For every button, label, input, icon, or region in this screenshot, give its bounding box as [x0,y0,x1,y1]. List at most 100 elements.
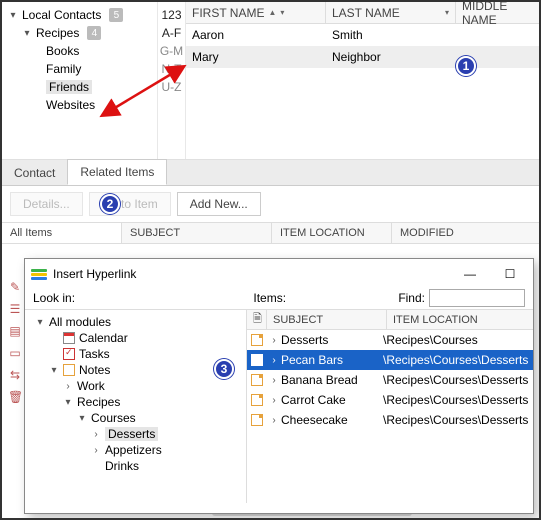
count-badge: 5 [109,8,123,22]
col-modified[interactable]: MODIFIED [392,223,539,243]
expand-icon[interactable]: › [267,335,281,346]
minimize-button[interactable]: — [453,262,487,286]
contacts-grid: FIRST NAME ▲ ▾ LAST NAME ▾ MIDDLE NAME A… [185,2,539,159]
tab-related-items[interactable]: Related Items [67,159,167,185]
tree-all-modules[interactable]: ▾All modules [35,314,242,330]
tree-recipes[interactable]: ▾ Recipes 4 [8,24,155,42]
tree-work[interactable]: ›Work [35,378,242,394]
alpha-af[interactable]: A-F [158,24,185,42]
items-grid-header: 🗎 SUBJECT ITEM LOCATION [247,310,533,330]
col-label: LAST NAME [332,6,400,20]
caret-down-icon[interactable]: ▾ [22,28,32,39]
cell-subject: Desserts [281,333,383,347]
tree-label: Family [46,62,81,76]
list-item[interactable]: › Banana Bread \Recipes\Courses\Desserts [247,370,533,390]
items-grid-body: › Desserts \Recipes\Courses › Pecan Bars… [247,330,533,430]
tree-calendar[interactable]: Calendar [35,330,242,346]
dialog-body: ▾All modules Calendar Tasks ▾Notes ›Work… [25,309,533,503]
col-last-name[interactable]: LAST NAME ▾ [326,2,456,23]
tree-label: Local Contacts [22,8,101,22]
side-icon[interactable]: ✎ [8,280,22,294]
list-item[interactable]: › Desserts \Recipes\Courses [247,330,533,350]
side-icon[interactable]: ▤ [8,324,22,338]
cell-first: Mary [186,50,326,64]
related-toolbar: Details... Go to Item Add New... [2,186,539,222]
tree-tasks[interactable]: Tasks [35,346,242,362]
side-icon[interactable]: ⇆ [8,368,22,382]
tree-notes[interactable]: ▾Notes [35,362,242,378]
col-label: MIDDLE NAME [462,2,533,27]
cell-subject: Carrot Cake [281,393,383,407]
dialog-titlebar[interactable]: Insert Hyperlink — ☐ [25,259,533,289]
col-first-name[interactable]: FIRST NAME ▲ ▾ [186,2,326,23]
items-grid: 🗎 SUBJECT ITEM LOCATION › Desserts \Reci… [247,310,533,503]
note-icon [247,374,267,386]
grid-header: FIRST NAME ▲ ▾ LAST NAME ▾ MIDDLE NAME [186,2,539,24]
tab-contact[interactable]: Contact [2,161,67,185]
cell-last: Smith [326,28,456,42]
dropdown-icon[interactable]: ▾ [280,8,284,17]
tree-label: Friends [46,80,92,94]
col-item-location[interactable]: ITEM LOCATION [272,223,392,243]
alpha-gm[interactable]: G-M [158,42,185,60]
find-label: Find: [398,291,425,305]
dropdown-icon[interactable]: ▾ [445,8,449,17]
tree-appetizers[interactable]: ›Appetizers [35,442,242,458]
note-icon [247,354,267,366]
list-item[interactable]: › Pecan Bars \Recipes\Courses\Desserts [247,350,533,370]
cell-location: \Recipes\Courses\Desserts [383,373,533,387]
alpha-123[interactable]: 123 [158,6,185,24]
col-subject[interactable]: SUBJECT [122,223,272,243]
col-subject[interactable]: SUBJECT [267,310,387,329]
list-item[interactable]: › Cheesecake \Recipes\Courses\Desserts [247,410,533,430]
count-badge: 4 [87,26,101,40]
expand-icon[interactable]: › [267,355,281,366]
cell-location: \Recipes\Courses\Desserts [383,353,533,367]
grid-body: Aaron Smith Mary Neighbor [186,24,539,68]
table-row[interactable]: Mary Neighbor [186,46,539,68]
col-location[interactable]: ITEM LOCATION [387,310,533,329]
caret-down-icon[interactable]: ▾ [8,10,18,21]
cell-location: \Recipes\Courses [383,333,533,347]
side-icon[interactable]: ▭ [8,346,22,360]
list-item[interactable]: › Carrot Cake \Recipes\Courses\Desserts [247,390,533,410]
add-new-button[interactable]: Add New... [177,192,261,216]
detail-tabs: Contact Related Items [2,160,539,186]
col-icon[interactable]: 🗎 [247,310,267,329]
tree-drinks[interactable]: Drinks [35,458,242,474]
callout-2: 2 [100,194,120,214]
maximize-button[interactable]: ☐ [493,262,527,286]
cell-location: \Recipes\Courses\Desserts [383,393,533,407]
insert-hyperlink-dialog: Insert Hyperlink — ☐ Look in: Items: Fin… [24,258,534,514]
cell-location: \Recipes\Courses\Desserts [383,413,533,427]
app-logo-icon [31,266,47,282]
find-input[interactable] [429,289,525,307]
note-icon [247,414,267,426]
module-tree: ▾All modules Calendar Tasks ▾Notes ›Work… [25,310,247,503]
callout-1: 1 [456,56,476,76]
cell-subject: Cheesecake [281,413,383,427]
table-row[interactable]: Aaron Smith [186,24,539,46]
tree-books[interactable]: Books [8,42,155,60]
dialog-labels: Look in: Items: Find: [25,289,533,309]
cell-first: Aaron [186,28,326,42]
side-icon[interactable]: 🗑 [8,390,22,404]
col-label: FIRST NAME [192,6,264,20]
tree-desserts[interactable]: ›Desserts [35,426,242,442]
tree-local-contacts[interactable]: ▾ Local Contacts 5 [8,6,155,24]
col-middle-name[interactable]: MIDDLE NAME [456,2,539,23]
tasks-icon [63,348,75,360]
cell-last: Neighbor [326,50,456,64]
note-icon [247,334,267,346]
expand-icon[interactable]: › [267,375,281,386]
details-button[interactable]: Details... [10,192,83,216]
tree-courses[interactable]: ▾Courses [35,410,242,426]
tree-label: Websites [46,98,95,112]
side-icon[interactable]: ☰ [8,302,22,316]
expand-icon[interactable]: › [267,415,281,426]
tree-label: Books [46,44,79,58]
tree-recipes[interactable]: ▾Recipes [35,394,242,410]
expand-icon[interactable]: › [267,395,281,406]
lookin-label: Look in: [33,291,253,305]
all-items-filter[interactable]: All Items [2,223,122,243]
